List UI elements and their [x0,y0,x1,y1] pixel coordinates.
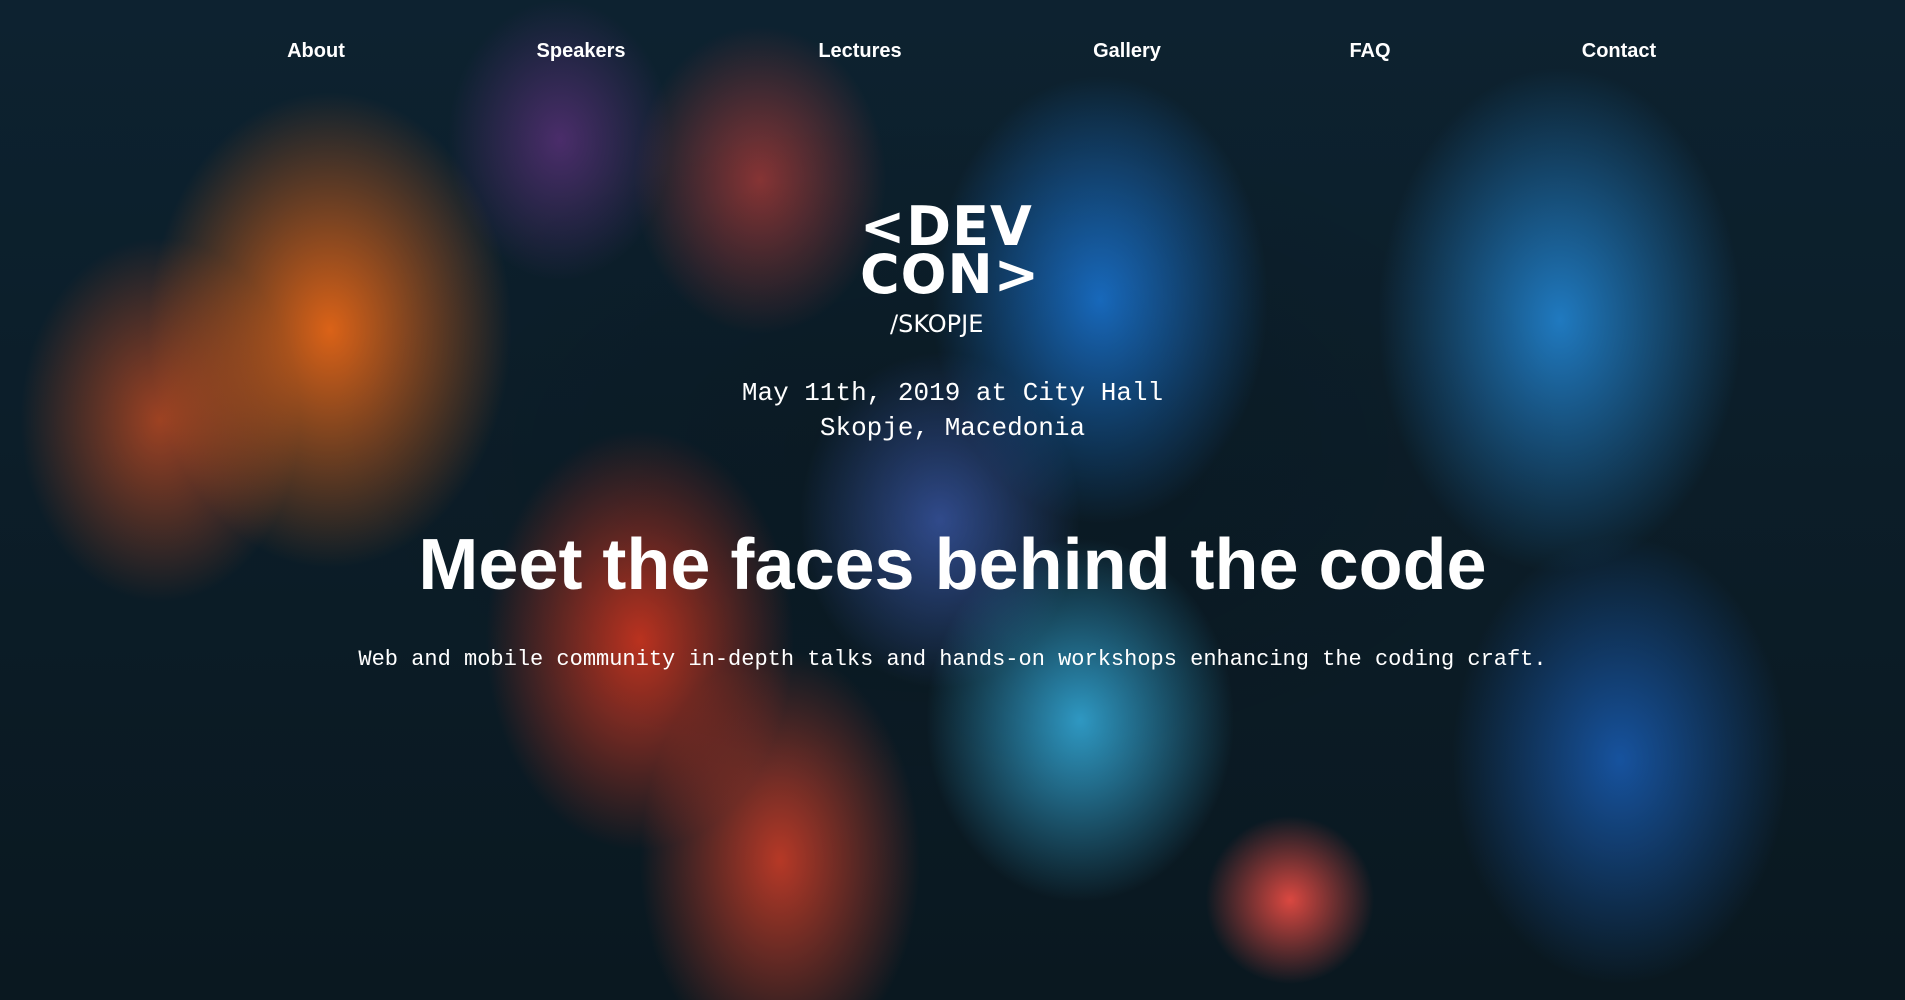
nav-link-lectures[interactable]: Lectures [818,36,901,66]
nav-link-gallery[interactable]: Gallery [1093,36,1161,66]
nav-link-faq[interactable]: FAQ [1349,36,1390,66]
nav-link-speakers[interactable]: Speakers [537,36,626,66]
main-navigation: About Speakers Lectures Gallery FAQ Cont… [0,36,1905,66]
background-ink-image [0,0,1905,1000]
devcon-skopje-logo[interactable]: <DEV CON> /SKOPJE [860,200,1050,340]
nav-link-contact[interactable]: Contact [1582,36,1656,66]
event-location: Skopje, Macedonia [819,413,1086,443]
logo-line-skopje: /SKOPJE [890,310,984,338]
event-details: May 11th, 2019 at City Hall Skopje, Mace… [0,376,1905,446]
hero-tagline: Web and mobile community in-depth talks … [358,647,1547,672]
hero-section: About Speakers Lectures Gallery FAQ Cont… [0,0,1905,1000]
nav-link-about[interactable]: About [287,36,345,66]
logo-line-con: CON> [860,243,1040,306]
hero-headline: Meet the faces behind the code [418,525,1487,605]
event-date-venue: May 11th, 2019 at City Hall [741,378,1164,408]
